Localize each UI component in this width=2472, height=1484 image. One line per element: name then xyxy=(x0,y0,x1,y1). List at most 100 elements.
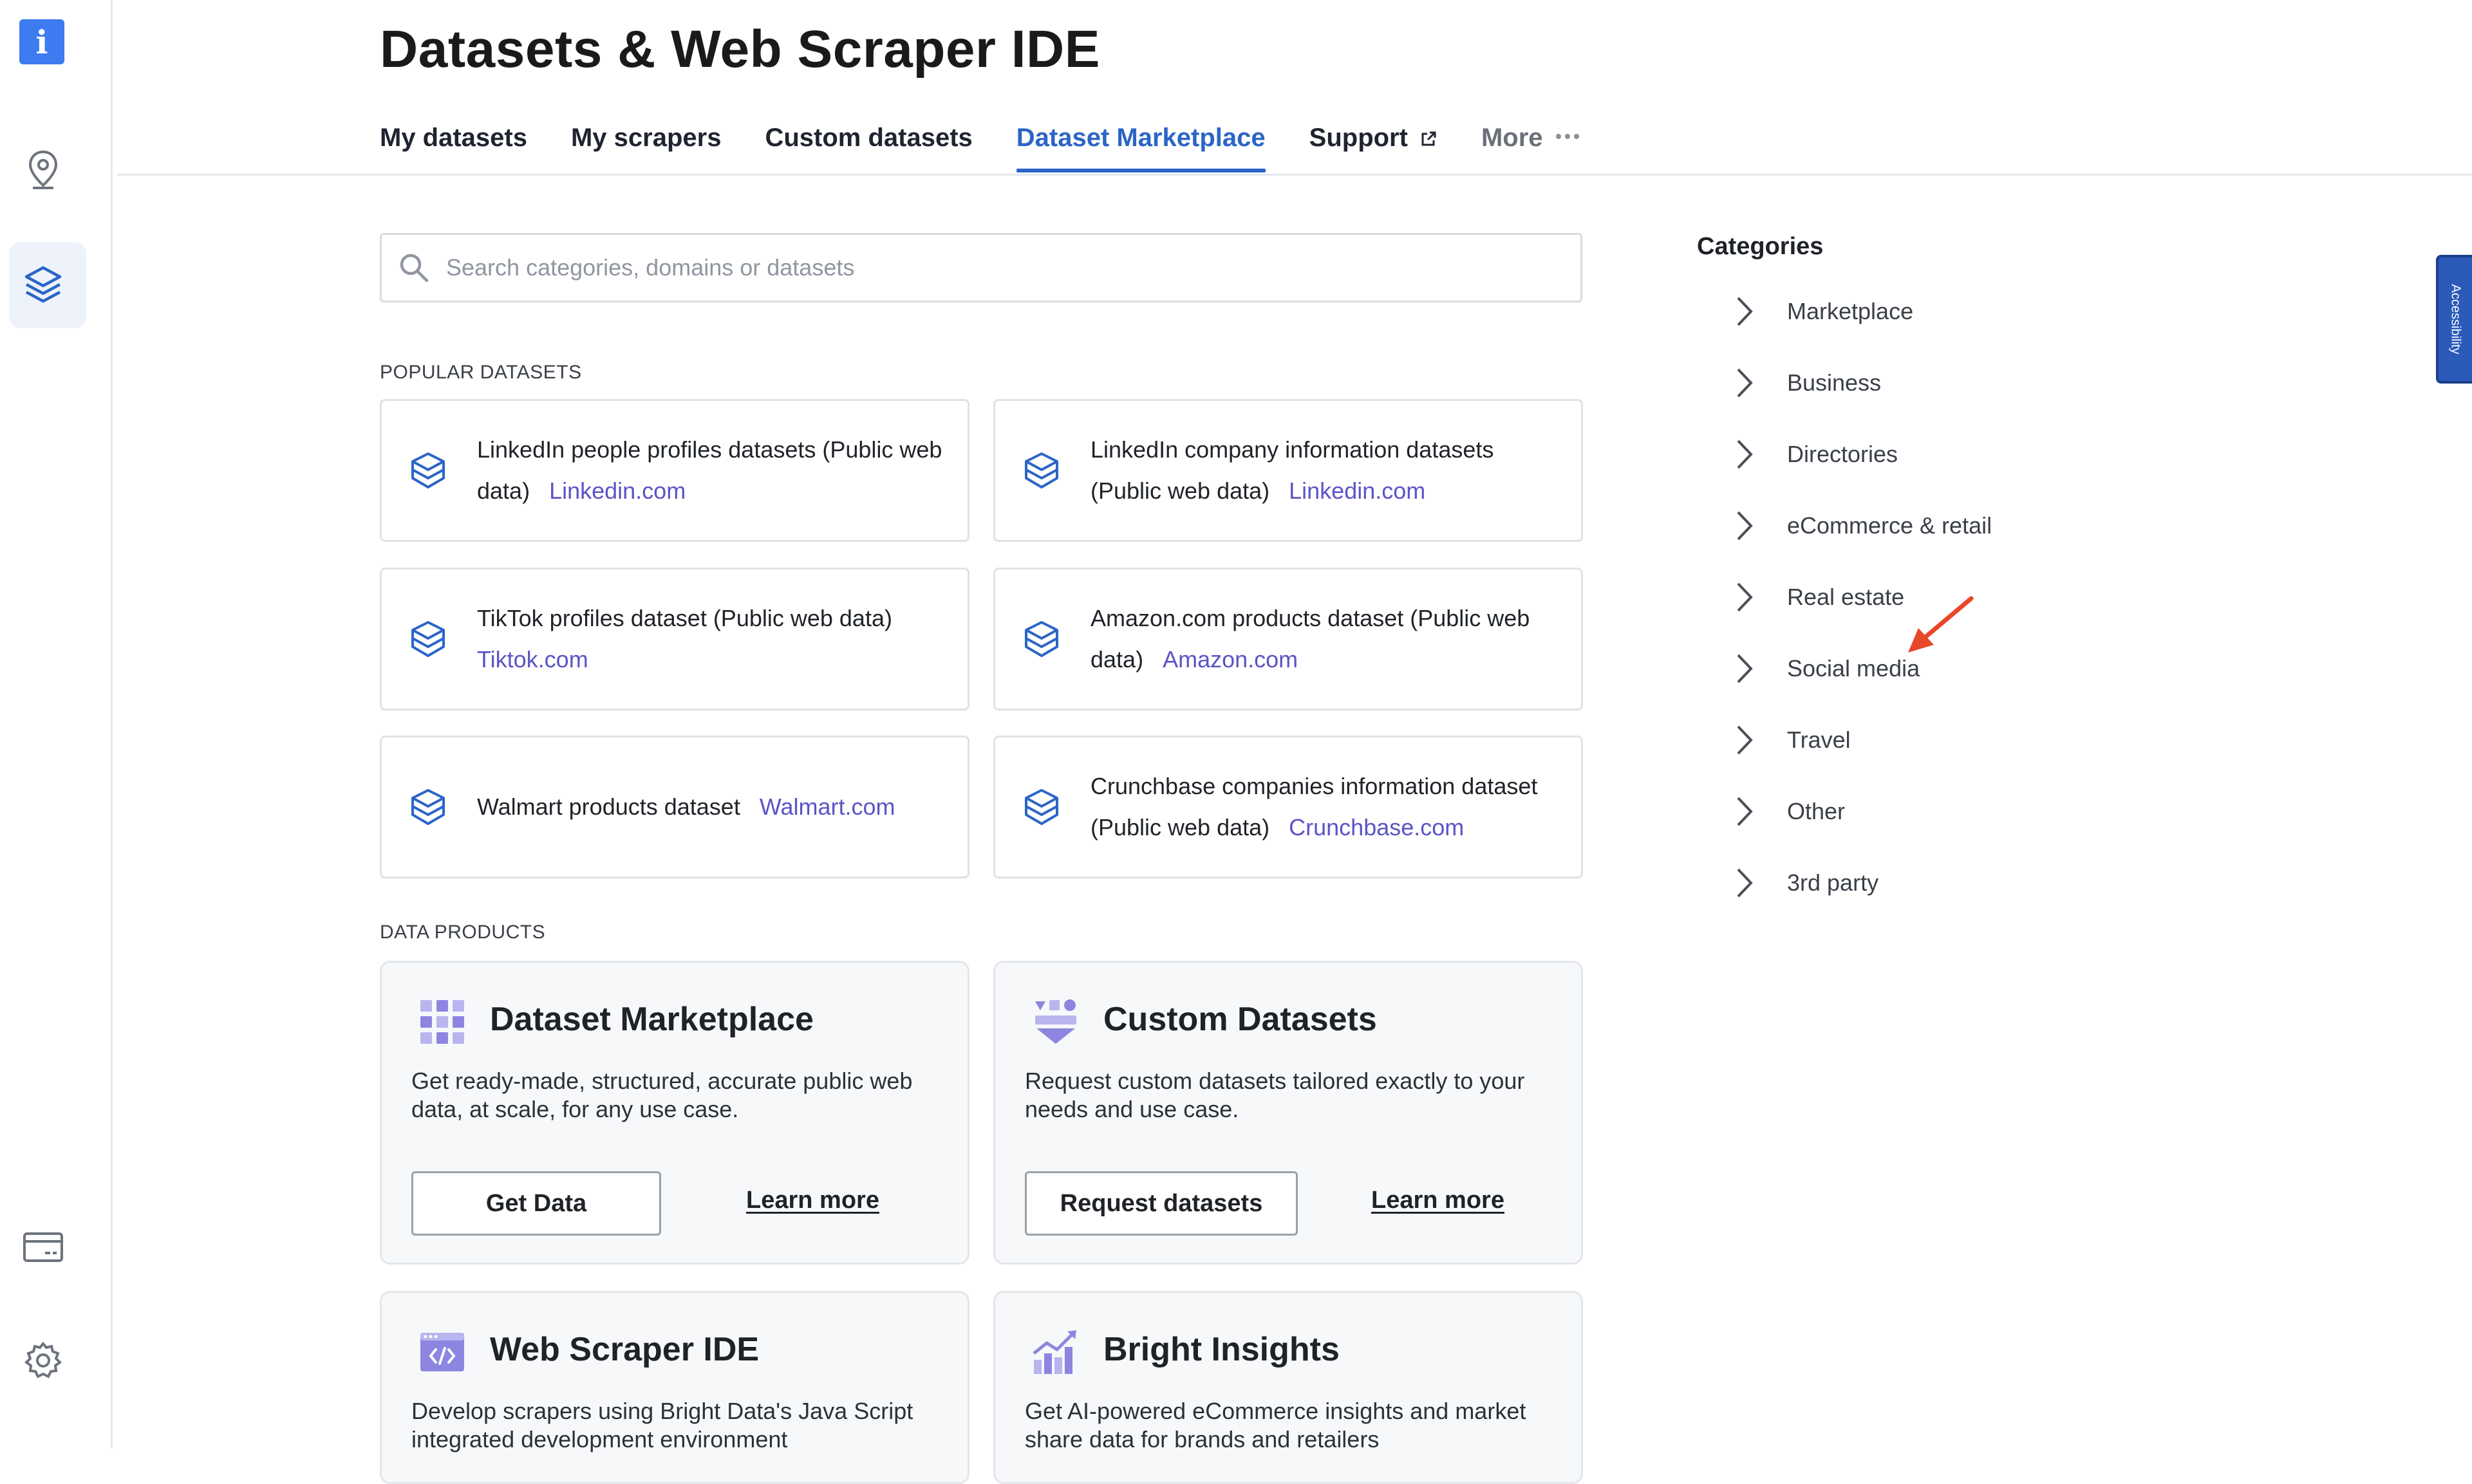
dataset-domain-link[interactable]: Walmart.com xyxy=(760,793,895,820)
category-label: Travel xyxy=(1787,727,1851,753)
dataset-card-text: Crunchbase companies information dataset… xyxy=(1091,766,1562,848)
categories-heading: Categories xyxy=(1697,233,1824,260)
dataset-card-crunchbase[interactable]: Crunchbase companies information dataset… xyxy=(993,736,1583,878)
chevron-right-icon xyxy=(1737,368,1753,398)
chevron-right-icon xyxy=(1737,582,1753,612)
billing-card-icon[interactable] xyxy=(21,1225,65,1269)
search-input[interactable] xyxy=(445,254,1477,282)
header-divider xyxy=(117,174,2472,176)
tab-my-scrapers[interactable]: My scrapers xyxy=(571,121,721,172)
category-label: Other xyxy=(1787,798,1846,824)
grid-blocks-icon xyxy=(420,1000,464,1044)
product-card-custom-datasets: Custom Datasets Request custom datasets … xyxy=(993,961,1583,1265)
external-link-icon xyxy=(1421,131,1436,146)
data-products-heading: DATA PRODUCTS xyxy=(380,922,546,943)
category-directories[interactable]: Directories xyxy=(1734,435,1898,474)
dataset-card-text: LinkedIn people profiles datasets (Publi… xyxy=(477,429,948,512)
search-box[interactable] xyxy=(380,233,1582,302)
dataset-name: TikTok profiles dataset (Public web data… xyxy=(477,605,892,631)
tab-label: More xyxy=(1481,124,1543,152)
tab-more[interactable]: More xyxy=(1481,121,1580,172)
product-title: Custom Datasets xyxy=(1103,1001,1377,1038)
tab-dataset-marketplace[interactable]: Dataset Marketplace xyxy=(1016,121,1266,172)
chevron-right-icon xyxy=(1737,654,1753,683)
dataset-cube-icon xyxy=(1025,452,1058,488)
dataset-cube-icon xyxy=(411,621,445,657)
category-ecommerce-retail[interactable]: eCommerce & retail xyxy=(1734,506,1992,545)
left-rail: i xyxy=(0,0,113,1448)
tab-support[interactable]: Support xyxy=(1309,121,1437,172)
chevron-right-icon xyxy=(1737,440,1753,469)
category-social-media[interactable]: Social media xyxy=(1734,649,1920,688)
page-title: Datasets & Web Scraper IDE xyxy=(380,20,1100,79)
chevron-right-icon xyxy=(1737,725,1753,755)
product-title: Dataset Marketplace xyxy=(490,1001,814,1038)
learn-more-link[interactable]: Learn more xyxy=(746,1187,879,1214)
chevron-right-icon xyxy=(1737,297,1753,326)
category-label: 3rd party xyxy=(1787,869,1879,896)
accessibility-label: Accessibility xyxy=(2448,284,2463,355)
info-logo-icon[interactable]: i xyxy=(19,19,64,64)
dataset-card-amazon[interactable]: Amazon.com products dataset (Public web … xyxy=(993,568,1583,710)
accessibility-button[interactable]: Accessibility xyxy=(2436,255,2472,384)
layers-icon[interactable] xyxy=(21,263,65,307)
get-data-button[interactable]: Get Data xyxy=(411,1171,661,1236)
dataset-domain-link[interactable]: Linkedin.com xyxy=(1289,478,1425,504)
dataset-domain-link[interactable]: Amazon.com xyxy=(1163,646,1298,672)
tab-label: My datasets xyxy=(380,124,527,152)
product-description: Get AI-powered eCommerce insights and ma… xyxy=(1025,1398,1526,1452)
dataset-card-linkedin-people[interactable]: LinkedIn people profiles datasets (Publi… xyxy=(380,399,969,542)
dataset-card-text: Amazon.com products dataset (Public web … xyxy=(1091,598,1562,680)
product-card-bright-insights: Bright Insights Get AI-powered eCommerce… xyxy=(993,1291,1583,1484)
dataset-name: LinkedIn people profiles datasets (Publi… xyxy=(477,436,942,504)
dataset-cube-icon xyxy=(411,452,445,488)
request-datasets-button[interactable]: Request datasets xyxy=(1025,1171,1298,1236)
category-label: Marketplace xyxy=(1787,298,1914,324)
product-title: Web Scraper IDE xyxy=(490,1331,760,1368)
dataset-card-text: Walmart products dataset Walmart.com xyxy=(477,786,948,828)
tab-label: Custom datasets xyxy=(765,124,973,152)
dataset-card-tiktok[interactable]: TikTok profiles dataset (Public web data… xyxy=(380,568,969,710)
category-other[interactable]: Other xyxy=(1734,792,1845,831)
tab-label: Support xyxy=(1309,124,1408,152)
dataset-domain-link[interactable]: Crunchbase.com xyxy=(1289,814,1464,840)
annotation-arrow-icon xyxy=(1908,596,1974,653)
popular-datasets-heading: POPULAR DATASETS xyxy=(380,362,582,383)
product-description: Get ready-made, structured, accurate pub… xyxy=(411,1068,913,1122)
dataset-card-walmart[interactable]: Walmart products dataset Walmart.com xyxy=(380,736,969,878)
settings-gear-icon[interactable] xyxy=(21,1339,65,1382)
dataset-domain-link[interactable]: Linkedin.com xyxy=(549,478,686,504)
dataset-domain-link[interactable]: Tiktok.com xyxy=(477,646,588,672)
category-label: Business xyxy=(1787,369,1882,396)
tab-my-datasets[interactable]: My datasets xyxy=(380,121,527,172)
chevron-right-icon xyxy=(1737,797,1753,826)
category-label: Social media xyxy=(1787,655,1920,682)
dataset-card-text: TikTok profiles dataset (Public web data… xyxy=(477,598,948,680)
dataset-cube-icon xyxy=(1025,789,1058,825)
category-marketplace[interactable]: Marketplace xyxy=(1734,292,1913,331)
dataset-card-linkedin-company[interactable]: LinkedIn company information datasets (P… xyxy=(993,399,1583,542)
main-tabs: My datasets My scrapers Custom datasets … xyxy=(380,121,1624,175)
product-description: Request custom datasets tailored exactly… xyxy=(1025,1068,1525,1122)
category-real-estate[interactable]: Real estate xyxy=(1734,578,1904,617)
dataset-name: Amazon.com products dataset (Public web … xyxy=(1091,605,1530,672)
learn-more-link[interactable]: Learn more xyxy=(1371,1187,1504,1214)
tab-custom-datasets[interactable]: Custom datasets xyxy=(765,121,972,172)
code-window-icon xyxy=(420,1333,464,1371)
product-title: Bright Insights xyxy=(1103,1331,1340,1368)
product-description: Develop scrapers using Bright Data's Jav… xyxy=(411,1398,913,1452)
dataset-name: Walmart products dataset xyxy=(477,793,740,820)
product-card-dataset-marketplace: Dataset Marketplace Get ready-made, stru… xyxy=(380,961,969,1265)
tab-label: Dataset Marketplace xyxy=(1016,124,1266,152)
category-3rd-party[interactable]: 3rd party xyxy=(1734,864,1878,902)
location-pin-icon[interactable] xyxy=(21,148,65,192)
dataset-cube-icon xyxy=(1025,621,1058,657)
search-icon xyxy=(400,254,429,283)
more-dots-icon xyxy=(1555,134,1579,139)
category-travel[interactable]: Travel xyxy=(1734,721,1851,759)
category-label: Real estate xyxy=(1787,584,1905,610)
category-business[interactable]: Business xyxy=(1734,364,1881,402)
custom-funnel-icon xyxy=(1035,999,1076,1044)
category-label: Directories xyxy=(1787,441,1898,467)
chevron-right-icon xyxy=(1737,868,1753,898)
